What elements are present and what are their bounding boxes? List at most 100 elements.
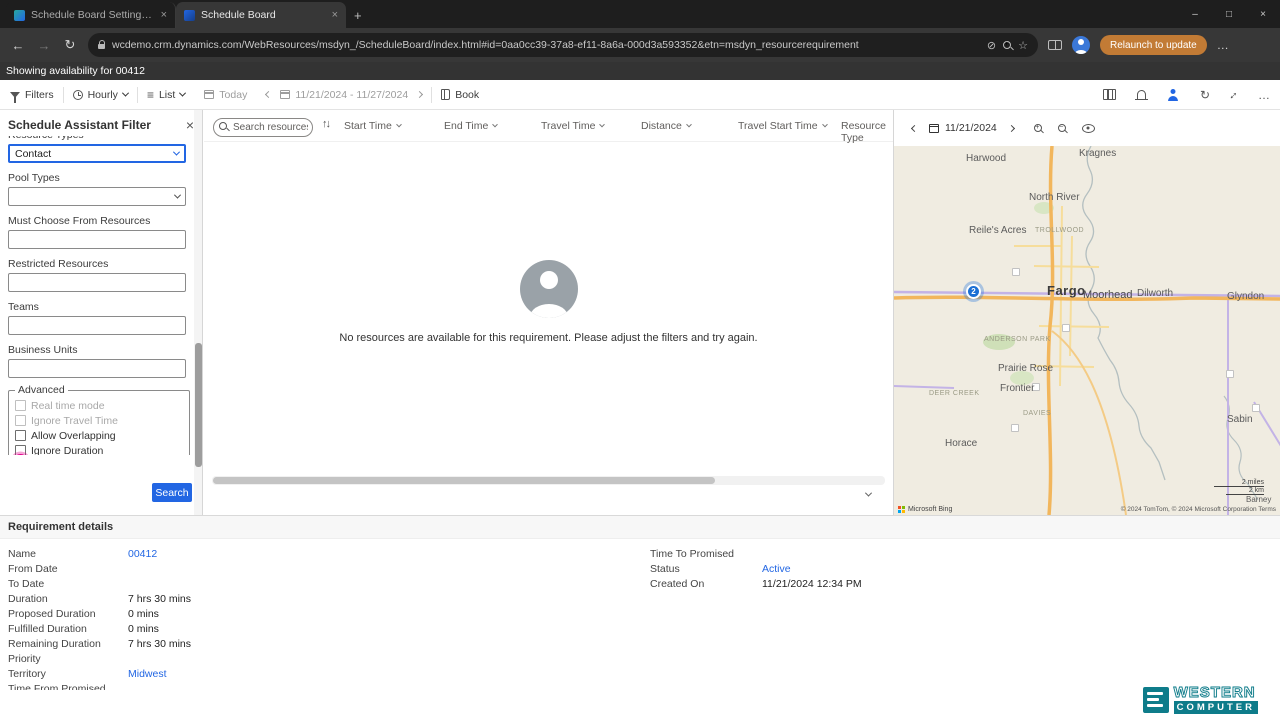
split-screen-icon[interactable] [1048,40,1062,50]
visibility-eye-icon[interactable] [1082,124,1095,133]
detail-row: To Date [8,576,508,591]
view-mode-dropdown[interactable]: Hourly [73,89,128,101]
close-panel-icon[interactable]: × [186,119,194,131]
profile-avatar[interactable] [1072,36,1090,54]
new-tab-button[interactable]: + [354,8,362,23]
tab-close-icon[interactable]: × [161,9,167,21]
chevron-down-icon [179,90,186,97]
previous-range-icon[interactable] [265,91,272,98]
calendar-icon [280,90,290,99]
maximize-button[interactable]: □ [1212,0,1246,28]
tracking-prevention-icon[interactable]: ⊘ [987,39,996,52]
next-day-icon[interactable] [1008,124,1015,131]
close-button[interactable]: × [1246,0,1280,28]
detail-row: Name00412 [8,546,508,561]
board-view-icon[interactable] [1103,89,1116,100]
name-link[interactable]: 00412 [128,548,157,560]
microsoft-logo-icon [898,506,905,513]
checkbox-allow-overlapping[interactable]: Allow Overlapping [15,430,175,442]
tab-close-icon[interactable]: × [332,9,338,21]
detail-row: Priority [8,651,508,666]
refresh-icon[interactable]: ↻ [62,37,78,53]
clock-icon [73,90,83,100]
schedule-assistant-icon[interactable] [1167,89,1179,101]
map-label: Sabin [1227,414,1253,425]
map-label: ANDERSON PARK [984,336,1051,343]
requirement-location-marker[interactable]: 2 [966,284,981,299]
calendar-icon [929,124,939,133]
more-options-icon[interactable]: … [1258,88,1270,102]
checkbox-icon [15,400,26,411]
map-label: Barney [1246,495,1271,504]
filter-funnel-icon [10,92,20,98]
previous-day-icon[interactable] [911,124,918,131]
checkbox-real-time-mode: Real time mode [15,400,175,412]
zoom-icon[interactable]: + [1003,41,1011,49]
must-choose-input[interactable] [8,230,186,249]
browser-tab-schedule-board[interactable]: Schedule Board × [176,2,346,28]
date-range-picker[interactable]: 11/21/2024 - 11/27/2024 [280,89,408,101]
restricted-resources-input[interactable] [8,273,186,292]
refresh-board-icon[interactable]: ↻ [1200,89,1210,101]
column-header-distance[interactable]: Distance [641,120,691,132]
chevron-down-icon [396,122,402,128]
scrollbar-thumb[interactable] [213,477,715,484]
pool-types-select[interactable] [8,187,186,206]
horizontal-scrollbar[interactable] [212,476,885,485]
minimize-button[interactable]: – [1178,0,1212,28]
grid-header: ↑↓ Start Time End Time Travel Time Dista… [204,110,893,142]
filters-button[interactable]: Filters [10,89,54,101]
sort-icon[interactable]: ↑↓ [322,118,329,130]
column-header-start-time[interactable]: Start Time [344,120,401,132]
column-header-travel-start-time[interactable]: Travel Start Time [738,120,827,132]
filter-panel-scrollbar[interactable] [194,110,202,515]
advanced-label: Advanced [15,384,68,396]
map-header: 11/21/2024 + − [894,110,1280,146]
browser-tab-settings[interactable]: Schedule Board Settings Activ × [6,2,176,28]
map-canvas[interactable]: Harwood Kragnes North River Reile's Acre… [894,146,1280,515]
detail-row: TerritoryMidwest [8,666,508,681]
teams-input[interactable] [8,316,186,335]
tab-title: Schedule Board Settings Activ [31,9,155,21]
map-label: TROLLWOOD [1035,227,1084,234]
expand-icon[interactable]: ↕ [1228,88,1241,101]
map-label: Harwood [966,153,1006,164]
favorites-star-icon[interactable]: ☆ [1018,39,1028,52]
detail-row: From Date [8,561,508,576]
checkbox-ignore-duration[interactable]: Ignore Duration [15,445,175,455]
teams-label: Teams [8,301,193,313]
column-header-end-time[interactable]: End Time [444,120,497,132]
browser-menu-icon[interactable]: … [1217,38,1229,52]
zoom-out-icon[interactable]: − [1058,124,1066,132]
layout-dropdown[interactable]: ≡ List [147,89,185,101]
detail-row: Proposed Duration0 mins [8,606,508,621]
map-date-picker[interactable]: 11/21/2024 [929,122,997,134]
resource-types-select[interactable]: Contact [8,144,186,163]
status-link[interactable]: Active [762,563,791,575]
tab-favicon [14,10,25,21]
schedule-assistant-filter-panel: Schedule Assistant Filter × Resource Typ… [0,110,203,515]
map-roads [894,146,1280,515]
collapse-details-icon[interactable] [865,490,872,497]
today-button[interactable]: Today [204,89,247,101]
business-units-input[interactable] [8,359,186,378]
scrollbar-thumb[interactable] [195,343,202,467]
site-info-lock-icon[interactable] [98,44,105,49]
book-button[interactable]: Book [441,89,479,101]
relaunch-to-update-button[interactable]: Relaunch to update [1100,35,1207,55]
url-text[interactable]: wcdemo.crm.dynamics.com/WebResources/msd… [112,39,980,51]
bing-attribution: Microsoft Bing [898,506,952,513]
url-bar[interactable]: wcdemo.crm.dynamics.com/WebResources/msd… [88,33,1038,57]
search-button[interactable]: Search [152,483,192,502]
territory-link[interactable]: Midwest [128,668,167,680]
column-header-resource-type[interactable]: Resource Type [841,120,893,144]
search-resources-input[interactable] [213,118,313,137]
requirement-details-panel: Requirement details Name00412 From Date … [0,515,1280,720]
notifications-bell-icon[interactable] [1137,90,1146,99]
back-icon[interactable]: ← [10,38,26,53]
next-range-icon[interactable] [416,91,423,98]
zoom-in-icon[interactable]: + [1034,124,1042,132]
map-label: Moorhead [1083,289,1133,301]
column-header-travel-time[interactable]: Travel Time [541,120,604,132]
detail-row: StatusActive [650,561,1050,576]
